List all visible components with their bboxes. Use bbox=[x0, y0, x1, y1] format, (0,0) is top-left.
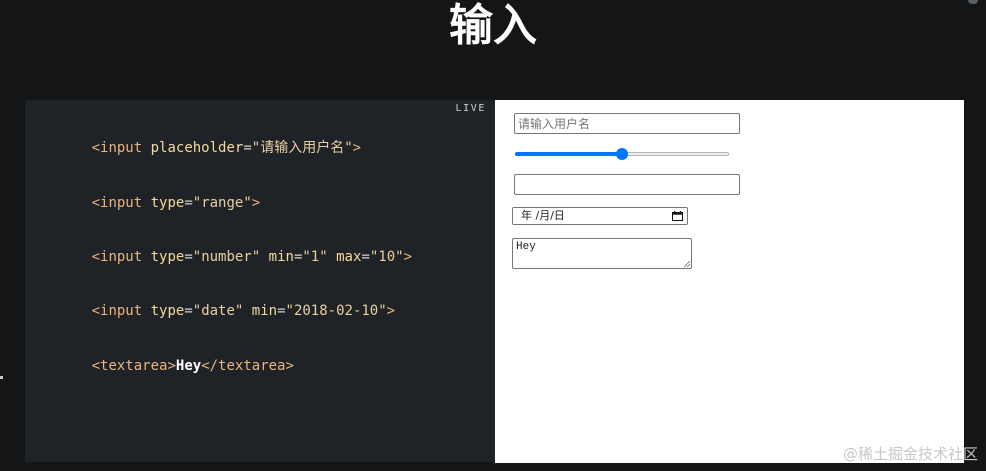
username-input[interactable] bbox=[514, 113, 740, 134]
code-value: "range" bbox=[192, 195, 252, 211]
code-editor-panel: LIVE <input placeholder="请输入用户名"> <input… bbox=[25, 100, 495, 462]
code-value: "10" bbox=[369, 249, 404, 265]
code-value: "date" bbox=[192, 303, 244, 319]
code-bracket: > bbox=[403, 249, 412, 265]
slide-title: 输入 bbox=[449, 0, 537, 51]
code-tag: textarea bbox=[100, 358, 168, 374]
code-line-4: <input type="date" min="2018-02-10"> bbox=[91, 303, 396, 319]
code-attr: type bbox=[150, 249, 185, 265]
code-value: "number" bbox=[192, 249, 261, 265]
code-line-2: <input type="range"> bbox=[91, 195, 261, 211]
edge-marker bbox=[0, 376, 3, 379]
code-attr: type bbox=[150, 303, 185, 319]
code-bracket: < bbox=[91, 249, 101, 265]
live-label: LIVE bbox=[455, 103, 486, 114]
live-preview-panel: 年 /月/日 Hey bbox=[495, 100, 964, 463]
calendar-icon[interactable] bbox=[672, 211, 683, 221]
resize-handle-icon[interactable] bbox=[684, 261, 690, 267]
code-line-1: <input placeholder="请输入用户名"> bbox=[91, 140, 362, 156]
code-bracket: > bbox=[167, 358, 176, 374]
code-bracket: < bbox=[91, 195, 101, 211]
range-thumb[interactable] bbox=[616, 148, 628, 160]
code-attr: max bbox=[336, 249, 362, 265]
code-bracket: < bbox=[91, 140, 101, 156]
code-tag: input bbox=[100, 303, 143, 319]
presentation-slide: 输入 LIVE <input placeholder="请输入用户名"> <in… bbox=[0, 0, 986, 471]
code-line-3: <input type="number" min="1" max="10"> bbox=[91, 249, 412, 265]
code-bracket: < bbox=[91, 358, 101, 374]
watermark: @稀土掘金技术社区 bbox=[842, 445, 978, 463]
range-fill bbox=[515, 152, 622, 156]
number-input[interactable] bbox=[514, 174, 740, 195]
code-value: "请输入用户名" bbox=[251, 140, 353, 156]
code-attr: min bbox=[251, 303, 278, 319]
date-input[interactable]: 年 /月/日 bbox=[512, 207, 688, 225]
code-bracket: > bbox=[352, 140, 362, 156]
code-tag: input bbox=[100, 249, 143, 265]
textarea-content: Hey bbox=[516, 241, 536, 253]
textarea[interactable]: Hey bbox=[512, 238, 692, 269]
code-bracket: > bbox=[251, 195, 261, 211]
code-text-content: Hey bbox=[175, 358, 202, 374]
code-tag: input bbox=[100, 195, 143, 211]
range-slider[interactable] bbox=[515, 148, 729, 160]
code-bracket: > bbox=[386, 303, 396, 319]
code-attr: min bbox=[268, 249, 294, 265]
code-tag: input bbox=[100, 140, 143, 156]
code-bracket: < bbox=[91, 303, 101, 319]
date-placeholder: 年 /月/日 bbox=[521, 209, 565, 222]
code-attr: placeholder bbox=[150, 140, 244, 156]
code-line-5: <textarea>Hey</textarea> bbox=[41, 339, 294, 393]
code-end-tag: </textarea> bbox=[201, 358, 294, 374]
code-attr: type bbox=[150, 195, 185, 211]
code-value: "1" bbox=[302, 249, 328, 265]
code-value: "2018-02-10" bbox=[285, 303, 387, 319]
